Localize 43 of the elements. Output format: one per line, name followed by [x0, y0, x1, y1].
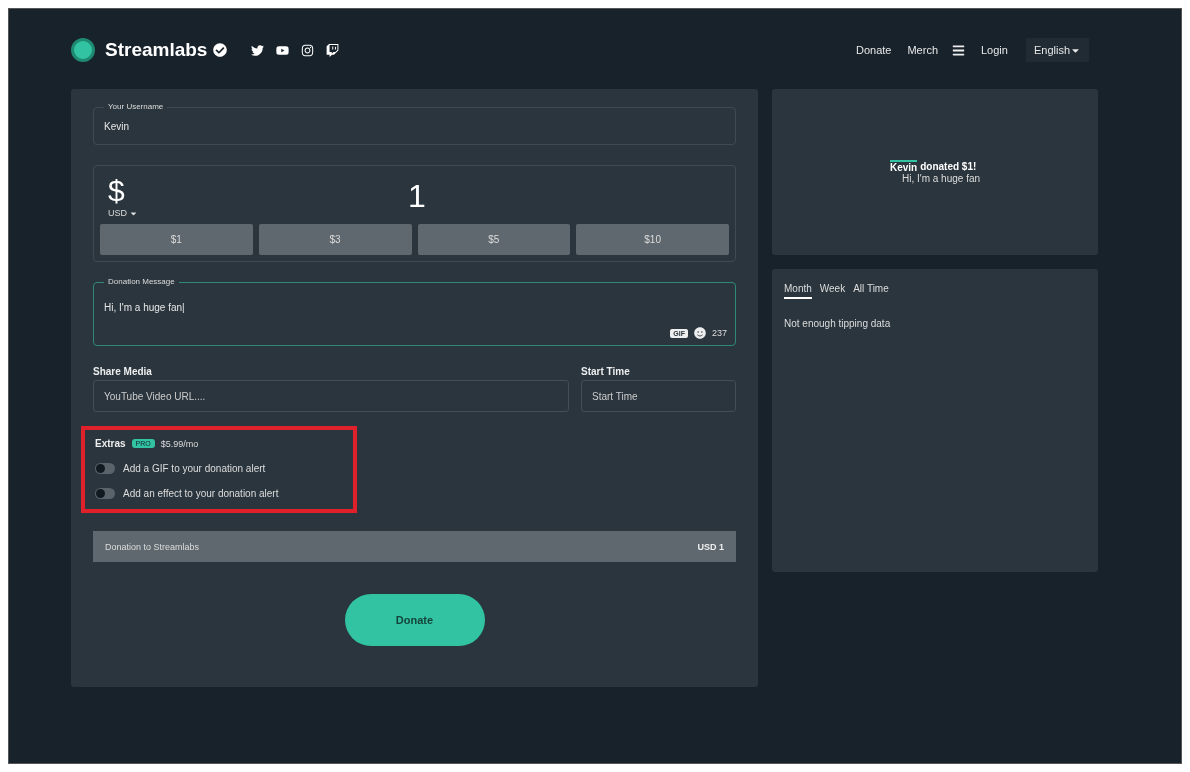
toggle-switch[interactable] [95, 463, 115, 474]
leaderboard-tab[interactable]: All Time [853, 283, 889, 299]
preset-button[interactable]: $10 [576, 224, 729, 255]
nav-link[interactable]: Donate [855, 44, 892, 56]
instagram-icon[interactable] [301, 43, 315, 57]
twitter-icon[interactable] [251, 43, 265, 57]
emoji-icon[interactable] [693, 327, 706, 339]
field-label: Share Media [93, 366, 153, 377]
toggle-label: Add a GIF to your donation alert [123, 463, 266, 474]
donate-button[interactable]: Donate [344, 594, 485, 646]
alert-text: donated $1! [920, 161, 977, 172]
brand-name: Streamlabs [105, 39, 208, 61]
currency-symbol: $ [108, 174, 126, 208]
empty-message: Not enough tipping data [784, 318, 891, 329]
summary-label: Donation to Streamlabs [105, 541, 200, 552]
toggle-switch[interactable] [95, 488, 115, 499]
extras-label: Extras [95, 438, 126, 449]
logo-icon [71, 38, 95, 62]
field-label: Your Username [104, 102, 168, 111]
donor-name: Kevin [889, 160, 918, 173]
field-label: Start Time [581, 366, 631, 377]
preset-button[interactable]: $3 [258, 224, 412, 255]
alert-message: Hi, I'm a huge fan [901, 173, 981, 184]
media-url-field[interactable]: YouTube Video URL.... [93, 380, 569, 412]
character-count: 237 [711, 328, 727, 338]
amount-value[interactable]: 1 [408, 177, 426, 215]
leaderboard-tab[interactable]: Month [784, 283, 812, 299]
preset-button[interactable]: $1 [100, 224, 253, 255]
currency-dropdown[interactable]: USD [108, 208, 127, 218]
preset-button[interactable]: $5 [417, 224, 571, 255]
toggle-label: Add an effect to your donation alert [123, 488, 279, 499]
price-text: $5.99/mo [160, 438, 199, 449]
nav-link[interactable]: Merch [907, 44, 938, 56]
field-label: Donation Message [104, 277, 179, 286]
youtube-icon[interactable] [276, 43, 290, 57]
language-dropdown[interactable]: English [1025, 38, 1089, 62]
summary-amount: USD 1 [697, 541, 724, 552]
leaderboard-tab[interactable]: Week [819, 283, 846, 299]
start-time-field[interactable]: Start Time [581, 380, 736, 412]
twitch-icon[interactable] [326, 43, 340, 57]
menu-icon[interactable] [952, 43, 965, 57]
verified-icon [213, 43, 228, 57]
login-link[interactable]: Login [981, 44, 1008, 56]
